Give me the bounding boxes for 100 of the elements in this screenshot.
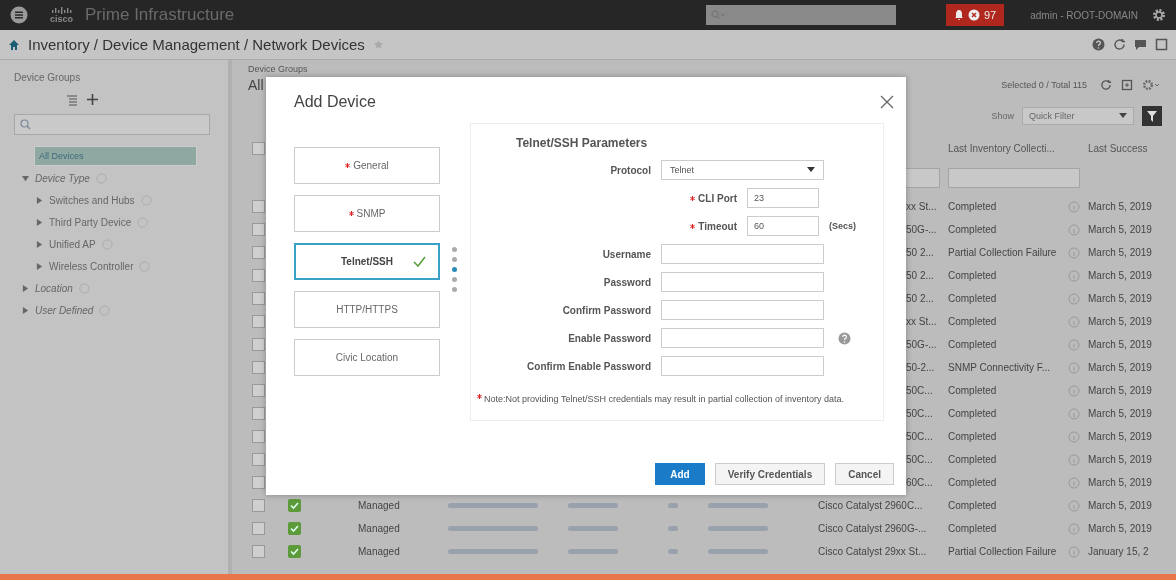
dialog-button[interactable]: Add (655, 463, 705, 485)
dialog-button[interactable]: Cancel (835, 463, 894, 485)
input-field[interactable] (661, 356, 824, 376)
row-checkbox[interactable] (252, 407, 265, 420)
expand-arrow-icon[interactable] (22, 306, 29, 314)
row-checkbox[interactable] (252, 292, 265, 305)
input-field[interactable]: 23 (747, 188, 819, 208)
info-icon[interactable] (1068, 200, 1080, 213)
settings-icon[interactable] (1152, 8, 1166, 22)
row-checkbox[interactable] (252, 522, 265, 535)
row-checkbox[interactable] (252, 453, 265, 466)
selection-count: Selected 0 / Total 115 (1001, 80, 1087, 90)
info-icon[interactable] (1068, 430, 1080, 443)
column-header[interactable]: Last Success (1088, 142, 1176, 154)
info-icon[interactable] (1068, 315, 1080, 328)
row-checkbox[interactable] (252, 430, 265, 443)
search-field[interactable] (14, 114, 210, 135)
input-field[interactable] (661, 272, 824, 292)
wizard-step[interactable]: HTTP/HTTPS (294, 291, 440, 328)
row-checkbox[interactable] (252, 246, 265, 259)
quick-filter-dropdown[interactable]: Quick Filter (1022, 107, 1134, 125)
last-success-date: March 5, 2019 (1088, 477, 1153, 488)
info-icon[interactable] (1068, 246, 1080, 259)
expand-arrow-icon[interactable] (36, 262, 43, 270)
help-icon[interactable] (1092, 38, 1105, 51)
redacted-ip-address (708, 549, 768, 554)
settings-icon[interactable] (1142, 79, 1160, 91)
info-icon[interactable] (1068, 407, 1080, 420)
tree-item[interactable]: All Devices (34, 146, 197, 166)
row-checkbox[interactable] (252, 200, 265, 213)
row-checkbox[interactable] (252, 269, 265, 282)
info-icon[interactable] (1068, 499, 1080, 512)
collection-status: SNMP Connectivity F... (948, 362, 1052, 373)
filter-button[interactable] (1142, 106, 1162, 126)
info-icon[interactable] (1068, 384, 1080, 397)
refresh-icon[interactable] (1100, 79, 1112, 91)
row-checkbox[interactable] (252, 223, 265, 236)
expand-arrow-icon[interactable] (36, 240, 43, 248)
panel-icon[interactable] (1155, 38, 1168, 51)
expand-arrow-icon[interactable] (36, 218, 43, 226)
collection-status: Completed (948, 224, 998, 235)
tree-item[interactable]: Device Type (35, 172, 90, 184)
input-field[interactable] (661, 244, 824, 264)
info-icon[interactable] (1068, 522, 1080, 535)
collection-status: Completed (948, 201, 998, 212)
search-icon (20, 119, 32, 130)
info-icon[interactable] (1068, 361, 1080, 374)
alarm-badge[interactable]: 97 (945, 4, 1005, 26)
input-field[interactable] (661, 328, 824, 348)
device-type: 50 2... (906, 247, 935, 258)
row-checkbox[interactable] (252, 499, 265, 512)
row-checkbox[interactable] (252, 476, 265, 489)
tree-item[interactable]: Location (35, 282, 73, 294)
row-checkbox[interactable] (252, 361, 265, 374)
expand-arrow-icon[interactable] (36, 196, 43, 204)
tree-item[interactable]: Wireless Controller (49, 260, 134, 272)
wizard-step[interactable]: Telnet/SSH (294, 243, 440, 280)
add-icon[interactable] (86, 93, 99, 106)
list-view-icon[interactable] (66, 93, 78, 106)
row-checkbox[interactable] (252, 315, 265, 328)
info-icon[interactable] (1068, 292, 1080, 305)
global-search-field[interactable] (705, 5, 896, 25)
expand-arrow-icon[interactable] (22, 174, 29, 182)
wizard-step[interactable]: Civic Location (294, 339, 440, 376)
select-all-checkbox[interactable] (252, 141, 265, 155)
info-icon[interactable] (1068, 269, 1080, 282)
refresh-icon[interactable] (1113, 38, 1126, 51)
info-icon[interactable] (1068, 223, 1080, 236)
field-label: CLI Port (698, 192, 737, 204)
breadcrumb: Inventory / Device Management / Network Devices (28, 36, 365, 53)
user-domain[interactable]: admin - ROOT-DOMAIN (1030, 9, 1138, 21)
home-icon[interactable] (8, 38, 20, 51)
menu-icon[interactable] (10, 6, 28, 24)
export-icon[interactable] (1121, 79, 1133, 91)
wizard-step[interactable]: SNMP (294, 195, 440, 232)
tree-item[interactable]: Third Party Device (49, 216, 132, 228)
chat-icon[interactable] (1134, 38, 1147, 51)
last-success-date: March 5, 2019 (1088, 454, 1153, 465)
help-icon[interactable] (838, 331, 851, 345)
info-icon[interactable] (1068, 338, 1080, 351)
tree-item[interactable]: Unified AP (49, 238, 96, 250)
tree-item[interactable]: Switches and Hubs (49, 194, 135, 206)
input-field[interactable]: 60 (747, 216, 819, 236)
dialog-button[interactable]: Verify Credentials (714, 463, 826, 485)
row-checkbox[interactable] (252, 545, 265, 558)
column-filter-field[interactable] (948, 167, 1080, 188)
wizard-step[interactable]: General (294, 147, 440, 184)
info-icon[interactable] (1068, 545, 1080, 558)
star-icon[interactable] (372, 39, 384, 50)
close-icon[interactable] (880, 95, 894, 109)
expand-arrow-icon[interactable] (22, 284, 29, 292)
reachable-check-icon (288, 499, 301, 512)
tree-item[interactable]: User Defined (35, 304, 94, 316)
info-icon[interactable] (1068, 453, 1080, 466)
row-checkbox[interactable] (252, 338, 265, 351)
input-field[interactable] (661, 300, 824, 320)
row-checkbox[interactable] (252, 384, 265, 397)
column-header[interactable]: Last Inventory Collecti... (948, 142, 1088, 154)
info-icon[interactable] (1068, 476, 1080, 489)
protocol-dropdown[interactable]: Telnet (661, 160, 824, 180)
